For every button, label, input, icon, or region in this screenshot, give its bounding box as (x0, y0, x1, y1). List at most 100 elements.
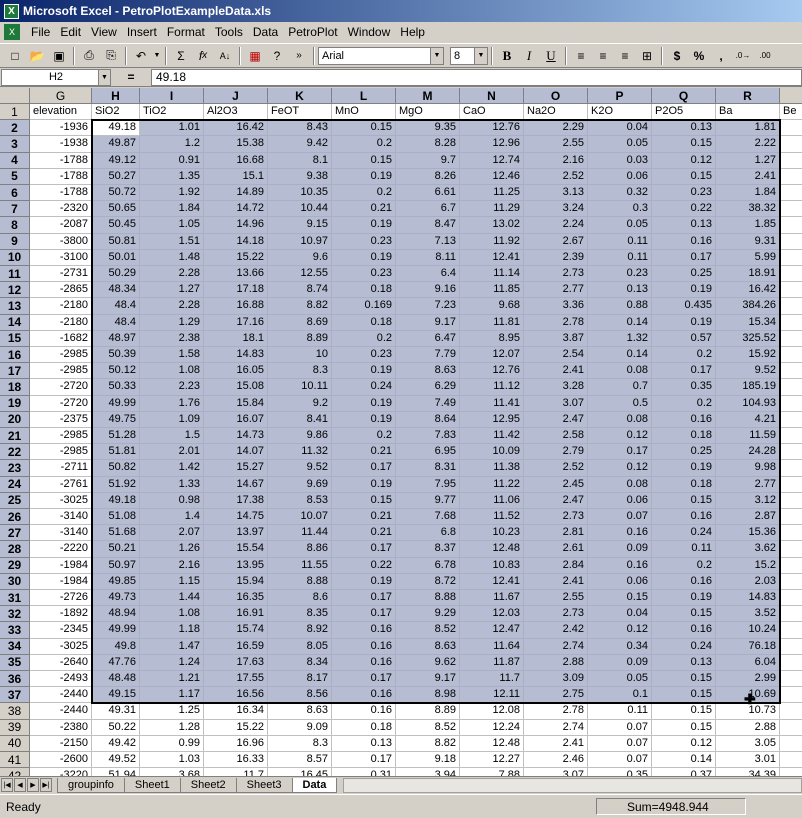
table-cell[interactable]: 1.26 (140, 541, 204, 558)
table-cell[interactable]: 11.52 (460, 509, 524, 526)
table-cell[interactable]: 51.81 (92, 444, 140, 461)
table-cell[interactable]: 12.47 (460, 622, 524, 639)
table-cell[interactable]: -3220 (30, 768, 92, 776)
table-cell[interactable]: 0.16 (588, 557, 652, 574)
align-right-icon[interactable]: ≡ (614, 46, 636, 66)
table-cell[interactable]: 0.16 (588, 525, 652, 542)
header-cell[interactable]: elevation (30, 104, 92, 121)
table-cell[interactable]: -2380 (30, 719, 92, 736)
table-cell[interactable]: 7.68 (396, 509, 460, 526)
dropdown-arrow-icon[interactable]: ▼ (152, 46, 162, 66)
table-cell[interactable]: 11.55 (268, 557, 332, 574)
table-cell[interactable]: 1.44 (140, 590, 204, 607)
table-cell[interactable]: 8.43 (268, 120, 332, 137)
table-cell[interactable]: 15.36 (716, 525, 780, 542)
table-cell[interactable]: 1.29 (140, 314, 204, 331)
table-cell[interactable]: 2.73 (524, 509, 588, 526)
menu-edit[interactable]: Edit (55, 25, 86, 39)
table-cell[interactable] (780, 768, 802, 776)
table-cell[interactable]: 8.34 (268, 654, 332, 671)
table-cell[interactable]: 9.29 (396, 606, 460, 623)
table-cell[interactable] (780, 687, 802, 704)
table-cell[interactable] (780, 720, 802, 736)
table-cell[interactable]: 7.23 (396, 298, 460, 315)
row-header[interactable]: 41 (0, 752, 30, 769)
table-cell[interactable]: 0.13 (332, 735, 396, 752)
row-header[interactable]: 22 (0, 444, 30, 461)
table-cell[interactable]: 6.29 (396, 379, 460, 396)
table-cell[interactable]: 15.27 (204, 460, 268, 477)
select-all-corner[interactable] (0, 88, 30, 104)
table-cell[interactable]: 2.29 (524, 120, 588, 137)
header-cell[interactable]: Na2O (524, 104, 588, 121)
table-cell[interactable]: -2726 (30, 590, 92, 607)
table-cell[interactable]: 17.55 (204, 671, 268, 688)
table-cell[interactable]: 2.54 (524, 347, 588, 364)
table-cell[interactable] (780, 477, 802, 493)
table-cell[interactable]: 12.76 (460, 363, 524, 380)
table-cell[interactable]: 0.15 (332, 152, 396, 169)
table-cell[interactable]: 1.84 (716, 185, 780, 202)
table-cell[interactable]: 11.32 (268, 444, 332, 461)
table-cell[interactable]: 2.23 (140, 379, 204, 396)
table-cell[interactable]: 11.85 (460, 282, 524, 299)
table-cell[interactable]: -3025 (30, 492, 92, 509)
table-cell[interactable]: 50.72 (92, 185, 140, 202)
table-cell[interactable]: 8.63 (396, 638, 460, 655)
chevron-down-icon[interactable]: ▼ (430, 47, 443, 64)
table-cell[interactable]: 0.19 (332, 476, 396, 493)
table-cell[interactable] (780, 460, 802, 477)
table-cell[interactable]: 2.55 (524, 590, 588, 607)
table-cell[interactable]: 16.35 (204, 590, 268, 607)
paste-icon[interactable]: ⎘ (100, 46, 122, 66)
table-cell[interactable]: 12.48 (460, 541, 524, 558)
table-cell[interactable]: 50.12 (92, 363, 140, 380)
row-header[interactable]: 31 (0, 590, 30, 607)
table-cell[interactable]: 8.86 (268, 541, 332, 558)
table-cell[interactable]: 6.7 (396, 201, 460, 218)
undo-icon[interactable]: ↶ (130, 46, 152, 66)
table-cell[interactable]: 2.52 (524, 168, 588, 185)
horizontal-scrollbar[interactable] (343, 777, 802, 793)
table-cell[interactable]: 0.19 (332, 249, 396, 266)
table-cell[interactable]: 1.51 (140, 233, 204, 250)
table-cell[interactable]: 0.16 (332, 622, 396, 639)
table-cell[interactable]: 9.7 (396, 152, 460, 169)
table-cell[interactable]: 16.59 (204, 638, 268, 655)
table-cell[interactable]: 2.07 (140, 525, 204, 542)
table-cell[interactable]: 6.78 (396, 557, 460, 574)
table-cell[interactable]: 12.48 (460, 735, 524, 752)
table-cell[interactable]: 49.12 (92, 152, 140, 169)
column-header[interactable]: L (332, 88, 396, 104)
table-cell[interactable]: 3.52 (716, 606, 780, 623)
menu-tools[interactable]: Tools (210, 25, 248, 39)
table-cell[interactable]: 48.4 (92, 298, 140, 315)
table-cell[interactable] (780, 574, 802, 590)
table-cell[interactable]: 0.12 (588, 622, 652, 639)
table-cell[interactable]: -2087 (30, 217, 92, 234)
table-cell[interactable]: 16.05 (204, 363, 268, 380)
row-header[interactable]: 7 (0, 201, 30, 218)
table-cell[interactable]: 0.2 (332, 428, 396, 445)
row-header[interactable]: 28 (0, 541, 30, 558)
table-cell[interactable]: -2493 (30, 671, 92, 688)
autosum-icon[interactable]: Σ (170, 46, 192, 66)
table-cell[interactable]: 0.2 (332, 136, 396, 153)
table-cell[interactable]: 2.78 (524, 703, 588, 720)
table-cell[interactable]: 9.16 (396, 282, 460, 299)
menu-view[interactable]: View (86, 25, 122, 39)
table-cell[interactable]: 2.73 (524, 606, 588, 623)
table-cell[interactable]: 0.11 (588, 703, 652, 720)
table-cell[interactable]: 7.49 (396, 395, 460, 412)
table-cell[interactable]: 24.28 (716, 444, 780, 461)
table-cell[interactable]: 10.11 (268, 379, 332, 396)
table-cell[interactable]: 7.88 (460, 768, 524, 776)
table-cell[interactable]: 0.98 (140, 492, 204, 509)
row-header[interactable]: 12 (0, 282, 30, 299)
table-cell[interactable]: 12.08 (460, 703, 524, 720)
table-cell[interactable]: 18.91 (716, 266, 780, 283)
table-cell[interactable]: 6.61 (396, 185, 460, 202)
table-cell[interactable]: 11.42 (460, 428, 524, 445)
menu-help[interactable]: Help (395, 25, 430, 39)
row-header[interactable]: 11 (0, 266, 30, 283)
